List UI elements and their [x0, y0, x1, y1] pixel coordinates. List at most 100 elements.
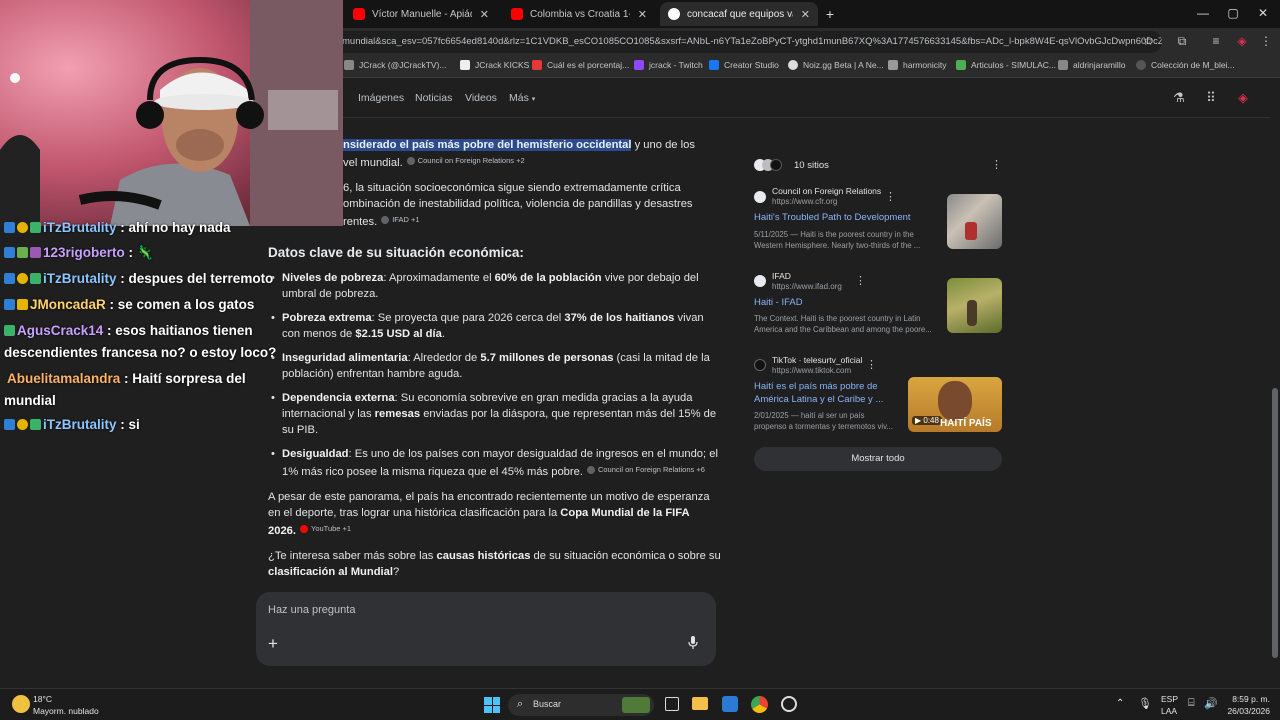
chat-username[interactable]: AgusCrack14 — [17, 323, 103, 338]
tab-videos[interactable]: Videos — [465, 92, 497, 104]
bookmark-item[interactable]: JCrack (@JCrackTV)... — [344, 60, 447, 70]
close-tab-icon[interactable]: ✕ — [480, 8, 489, 21]
bullet-text: población) enfrentan hambre aguda. — [282, 368, 463, 380]
windows-start-icon[interactable] — [484, 697, 500, 713]
more-options-icon[interactable]: ⋮ — [866, 358, 877, 371]
minimize-button[interactable]: — — [1193, 6, 1213, 20]
tab-victor-manuelle[interactable]: Víctor Manuelle - Apiádate de Mí ✕ — [345, 2, 497, 26]
outlook-icon[interactable] — [722, 696, 738, 712]
page-scrollbar[interactable] — [1270, 78, 1280, 688]
taskbar-search[interactable]: ⌕ Buscar — [508, 694, 654, 716]
chat-username[interactable]: JMoncadaR — [30, 297, 106, 312]
apps-grid-icon[interactable]: ⠿ — [1203, 90, 1219, 106]
profile-icon[interactable]: ◈ — [1234, 33, 1250, 49]
chip-label: YouTube +1 — [311, 524, 352, 533]
microphone-tray-icon[interactable]: 🎙 — [1138, 697, 1152, 710]
volume-icon[interactable]: 🔊 — [1204, 697, 1218, 710]
bullet-text: vivan — [674, 312, 704, 324]
search-label: Buscar — [533, 699, 562, 709]
tab-concacaf[interactable]: concacaf que equipos van al mun ✕ — [660, 2, 818, 26]
add-button[interactable]: + — [268, 634, 278, 654]
bookmark-item[interactable]: Cuál es el porcentaj... — [532, 60, 629, 70]
close-tab-icon[interactable]: ✕ — [638, 8, 647, 21]
bookmark-item[interactable]: aldrinjaramillo — [1058, 60, 1125, 70]
bookmark-item[interactable]: Colección de M_blei... — [1136, 60, 1235, 70]
ask-box[interactable]: Haz una pregunta + — [256, 592, 716, 666]
language-indicator[interactable]: LAA — [1161, 706, 1177, 716]
chat-text: si — [128, 417, 140, 432]
bookmark-item[interactable]: jcrack - Twitch — [634, 60, 703, 70]
source-chip[interactable]: IFAD +1 — [381, 212, 420, 228]
tab-noticias[interactable]: Noticias — [415, 92, 452, 104]
tray-chevron-icon[interactable]: ⌃ — [1116, 698, 1124, 709]
address-bar[interactable]: mundial&sca_esv=057fc6654ed8140d&rlz=1C1… — [300, 31, 1162, 53]
answer-paragraph: en el deporte, tras lograr una histórica… — [268, 505, 690, 521]
chat-username[interactable]: Abuelitamalandra — [7, 371, 120, 386]
scrollbar-thumb[interactable] — [1272, 388, 1278, 658]
bullet-bold: 37% de los haitianos — [564, 312, 675, 324]
weather-temp[interactable]: 18°C — [33, 694, 52, 704]
bookmark-item[interactable]: Creator Studio — [709, 60, 779, 70]
source-chip[interactable]: Council on Foreign Relations +6 — [586, 462, 705, 478]
chat-username[interactable]: iTzBrutality — [43, 220, 117, 235]
clock-time[interactable]: 8:59 p. m. — [1228, 694, 1270, 704]
source-chip[interactable]: YouTube +1 — [300, 521, 351, 537]
chat-text: ahí no hay nada — [128, 220, 231, 235]
language-indicator[interactable]: ESP — [1161, 694, 1178, 704]
maximize-button[interactable]: ▢ — [1223, 6, 1243, 20]
media-icon[interactable]: ≡ — [1208, 33, 1224, 49]
more-options-icon[interactable]: ⋮ — [885, 190, 896, 203]
new-tab-button[interactable]: + — [820, 6, 840, 22]
tiktok-icon — [770, 159, 782, 171]
answer-text: y uno de los — [631, 139, 695, 151]
chat-username[interactable]: 123rigoberto — [43, 245, 125, 260]
bookmark-item[interactable]: JCrack KICKS — [460, 60, 529, 70]
bookmark-item[interactable]: harmonicity — [888, 60, 946, 70]
bookmark-star-icon[interactable]: ☆ — [1140, 33, 1156, 49]
chat-username[interactable]: iTzBrutality — [43, 271, 117, 286]
source-thumbnail[interactable] — [947, 194, 1002, 249]
folder-icon — [888, 60, 898, 70]
close-window-button[interactable]: ✕ — [1253, 6, 1273, 20]
network-icon[interactable]: ⌸ — [1188, 697, 1195, 710]
tab-imagenes[interactable]: Imágenes — [358, 92, 404, 104]
bullet-label: Niveles de pobreza — [282, 272, 384, 284]
bookmark-item[interactable]: Articulos - SIMULAC... — [956, 60, 1056, 70]
menu-icon[interactable]: ⋮ — [1258, 33, 1274, 49]
source-title-link[interactable]: América Latina y el Caribe y ... — [754, 393, 883, 406]
caret-down-icon: ▾ — [531, 96, 536, 103]
close-tab-icon[interactable]: ✕ — [801, 8, 810, 21]
source-title-link[interactable]: Haiti's Troubled Path to Development — [754, 211, 911, 224]
clock-date[interactable]: 26/03/2026 — [1226, 706, 1270, 716]
badge-icon — [30, 247, 41, 258]
source-title-link[interactable]: Haiti - IFAD — [754, 296, 803, 309]
show-all-button[interactable]: Mostrar todo — [754, 447, 1002, 471]
crown-icon — [17, 299, 28, 310]
badge-icon — [4, 419, 15, 430]
microphone-icon[interactable] — [688, 636, 698, 650]
task-view-icon[interactable] — [665, 697, 679, 711]
account-avatar-icon[interactable]: ◈ — [1235, 90, 1251, 106]
more-options-icon[interactable]: ⋮ — [855, 274, 866, 287]
extensions-icon[interactable]: ⧉ — [1174, 33, 1190, 49]
app-icon[interactable] — [781, 696, 797, 712]
bookmark-item[interactable]: Noiz.gg Beta | A Ne... — [788, 60, 884, 70]
source-thumbnail[interactable] — [947, 278, 1002, 333]
tab-mas[interactable]: Más ▾ — [509, 92, 535, 104]
labs-flask-icon[interactable]: ⚗ — [1171, 90, 1187, 106]
weather-desc[interactable]: Mayorm. nublado — [33, 706, 99, 716]
source-chip[interactable]: Council on Foreign Relations +2 — [406, 153, 525, 169]
weather-icon[interactable] — [12, 695, 30, 713]
more-options-icon[interactable]: ⋮ — [991, 158, 1002, 171]
chat-username[interactable]: iTzBrutality — [43, 417, 117, 432]
source-title-link[interactable]: Haití es el país más pobre de — [754, 380, 878, 393]
file-explorer-icon[interactable] — [692, 697, 708, 710]
ask-input[interactable]: Haz una pregunta — [268, 604, 355, 616]
chrome-icon[interactable] — [751, 696, 768, 713]
badge-icon — [17, 419, 28, 430]
streamer-webcam — [0, 0, 343, 226]
tab-colombia-croatia[interactable]: Colombia vs Croatia 1-2 Highlig ✕ — [503, 2, 655, 26]
video-thumbnail[interactable]: ▶ 0:48 HAITÍ PAÍS — [908, 377, 1002, 432]
badge-icon — [17, 247, 28, 258]
answer-text: rentes. — [343, 216, 378, 228]
